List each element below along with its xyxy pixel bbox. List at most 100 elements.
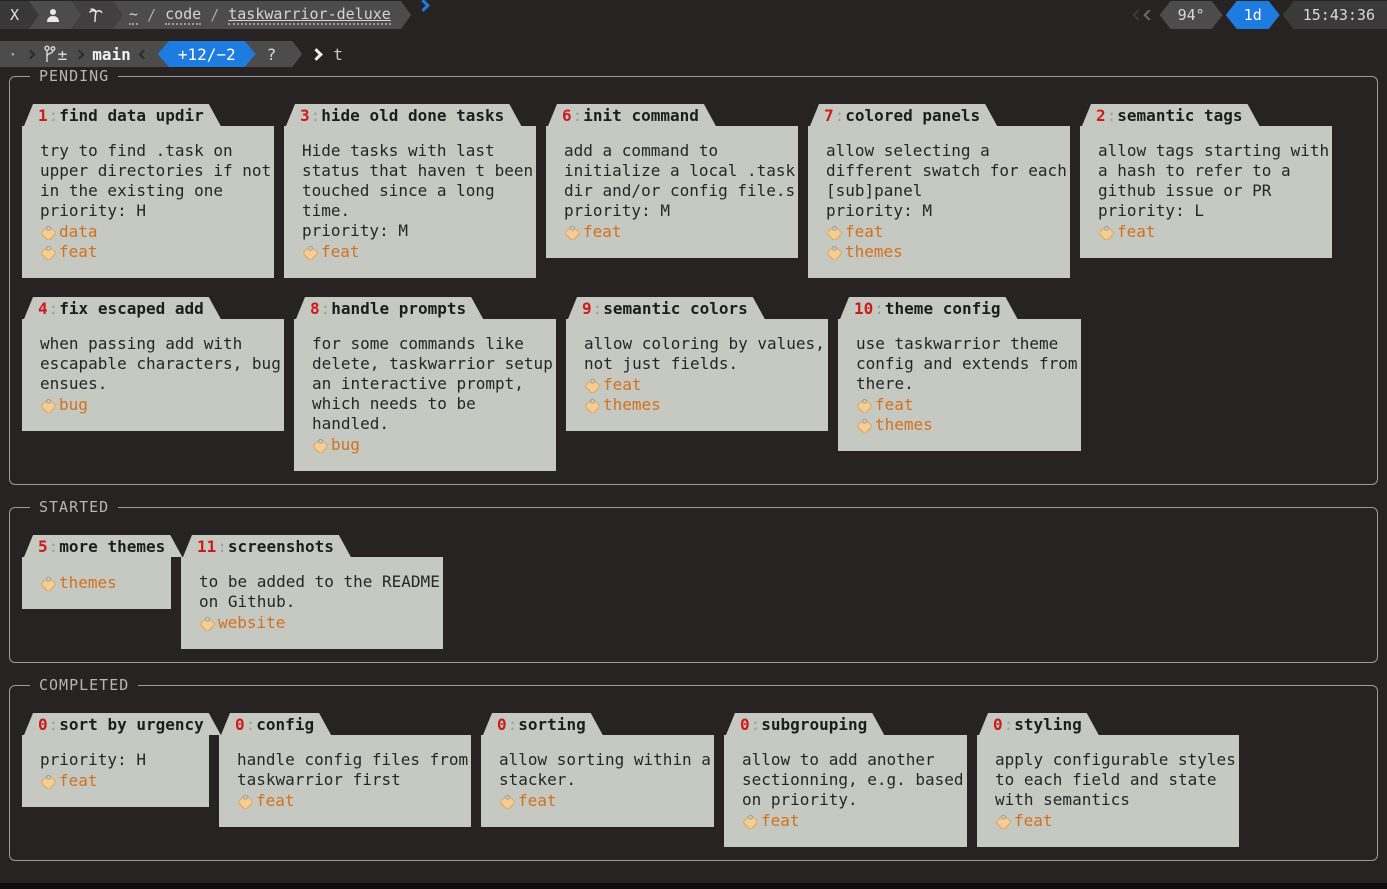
task-description-line: Hide tasks with last xyxy=(302,141,532,161)
task-id: 0 xyxy=(497,715,507,734)
bottom-strip xyxy=(0,883,1387,889)
task-card[interactable]: 1:find data updirtry to find .task onupp… xyxy=(22,104,274,278)
task-description-line: taskwarrior first xyxy=(237,770,467,790)
task-description-line: priority: M xyxy=(826,201,1066,221)
task-card[interactable]: 2:semantic tagsallow tags starting witha… xyxy=(1080,104,1332,258)
section-label: STARTED xyxy=(30,498,118,516)
task-tag: bug xyxy=(312,434,552,454)
task-description-line: allow to add another xyxy=(742,750,963,770)
user-icon xyxy=(45,7,61,23)
task-card-tab: 4:fix escaped add xyxy=(24,297,221,319)
task-card[interactable]: 6:init commandadd a command toinitialize… xyxy=(546,104,798,258)
task-card-body: handle config files fromtaskwarrior firs… xyxy=(219,735,471,827)
task-tag-label: feat xyxy=(583,222,622,241)
task-id-separator: : xyxy=(320,299,332,318)
task-description-line: initialize a local .task xyxy=(564,161,794,181)
task-title: screenshots xyxy=(228,537,334,556)
temperature-badge: 94° xyxy=(1160,1,1223,29)
task-card-body: allow coloring by values,not just fields… xyxy=(566,319,828,431)
task-card[interactable]: 11:screenshotsto be added to the READMEo… xyxy=(181,535,443,649)
task-tag-label: feat xyxy=(1014,811,1053,830)
task-id: 3 xyxy=(300,106,310,125)
path-slash: / xyxy=(201,6,228,24)
diff-stat-badge: +12/−2 xyxy=(158,41,256,67)
task-card-tab: 7:colored panels xyxy=(810,104,997,126)
task-title: subgrouping xyxy=(761,715,867,734)
task-title: init command xyxy=(583,106,699,125)
task-description-line: there. xyxy=(856,374,1077,394)
task-tag: feat xyxy=(995,810,1235,830)
task-card[interactable]: 0:subgroupingallow to add anothersection… xyxy=(724,713,967,847)
task-card[interactable]: 10:theme configuse taskwarrior themeconf… xyxy=(838,297,1081,451)
section-started: STARTED5:more themesthemes11:screenshots… xyxy=(9,507,1378,663)
card-row: 5:more themesthemes11:screenshotsto be a… xyxy=(22,535,1365,649)
task-id: 10 xyxy=(854,299,873,318)
task-id: 6 xyxy=(562,106,572,125)
task-description-line: priority: H xyxy=(40,201,270,221)
task-tag-label: feat xyxy=(761,811,800,830)
task-card[interactable]: 0:sortingallow sorting within astacker.f… xyxy=(481,713,714,827)
task-tag: feat xyxy=(564,221,794,241)
task-card[interactable]: 8:handle promptsfor some commands likede… xyxy=(294,297,556,471)
duration-value: 1d xyxy=(1244,6,1262,24)
task-tag: feat xyxy=(856,394,1077,414)
task-card[interactable]: 0:stylingapply configurable stylesto eac… xyxy=(977,713,1239,847)
task-description-line: priority: M xyxy=(302,221,532,241)
typed-command[interactable]: t xyxy=(333,45,343,64)
task-description-line: allow tags starting with xyxy=(1098,141,1328,161)
task-description-line: escapable characters, bug xyxy=(40,354,280,374)
task-description-line: allow selecting a xyxy=(826,141,1066,161)
task-description-line: which needs to be xyxy=(312,394,552,414)
task-card[interactable]: 9:semantic colorsallow coloring by value… xyxy=(566,297,828,431)
duration-badge: 1d xyxy=(1226,1,1280,29)
task-id-separator: : xyxy=(48,537,60,556)
task-card[interactable]: 4:fix escaped addwhen passing add withes… xyxy=(22,297,284,431)
card-row: 1:find data updirtry to find .task onupp… xyxy=(22,104,1365,278)
task-title: more themes xyxy=(59,537,165,556)
task-description-line: on Github. xyxy=(199,592,439,612)
task-description-line: a hash to refer to a xyxy=(1098,161,1328,181)
task-tag-label: feat xyxy=(256,791,295,810)
tag-icon xyxy=(312,436,329,453)
host-label: X xyxy=(10,6,19,24)
task-card-body: themes xyxy=(22,557,171,609)
task-card-body: apply configurable stylesto each field a… xyxy=(977,735,1239,847)
task-card[interactable]: 0:sort by urgencypriority: Hfeat xyxy=(22,713,209,807)
command-line[interactable]: t xyxy=(312,45,343,64)
task-description-line: allow sorting within a xyxy=(499,750,710,770)
path-dir: code xyxy=(165,5,201,25)
task-card-body: allow selecting adifferent swatch for ea… xyxy=(808,126,1070,278)
task-tag: feat xyxy=(584,374,824,394)
chevron-left-icon xyxy=(1143,9,1154,20)
tag-icon xyxy=(40,396,57,413)
task-title: config xyxy=(256,715,314,734)
path-home: ~ xyxy=(129,5,138,25)
tag-icon xyxy=(742,812,759,829)
path-segment: ~ / code / taskwarrior-deluxe xyxy=(113,1,401,29)
task-tag: feat xyxy=(499,790,710,810)
task-card[interactable]: 5:more themesthemes xyxy=(22,535,171,609)
git-status-segment: · ± main +12/−2 ? xyxy=(0,41,302,67)
tag-icon xyxy=(826,223,843,240)
task-card-body: use taskwarrior themeconfig and extends … xyxy=(838,319,1081,451)
task-description-line: on priority. xyxy=(742,790,963,810)
task-card[interactable]: 3:hide old done tasksHide tasks with las… xyxy=(284,104,536,278)
task-id: 8 xyxy=(310,299,320,318)
task-description-line: use taskwarrior theme xyxy=(856,334,1077,354)
task-id-separator: : xyxy=(507,715,519,734)
task-title: sorting xyxy=(518,715,585,734)
tag-icon xyxy=(584,396,601,413)
powerline-separator xyxy=(401,1,411,29)
task-card[interactable]: 7:colored panelsallow selecting adiffere… xyxy=(808,104,1070,278)
task-description-line: try to find .task on xyxy=(40,141,270,161)
task-card[interactable]: 0:confighandle config files fromtaskwarr… xyxy=(219,713,471,827)
chevron-right-icon xyxy=(75,49,85,59)
task-tag-label: feat xyxy=(1117,222,1156,241)
task-id: 11 xyxy=(197,537,216,556)
task-description-line: priority: L xyxy=(1098,201,1328,221)
task-card-tab: 6:init command xyxy=(548,104,716,126)
chevron-right-icon xyxy=(25,49,35,59)
task-description-line: ensues. xyxy=(40,374,280,394)
task-description-line: in the existing one xyxy=(40,181,270,201)
tag-icon xyxy=(199,614,216,631)
